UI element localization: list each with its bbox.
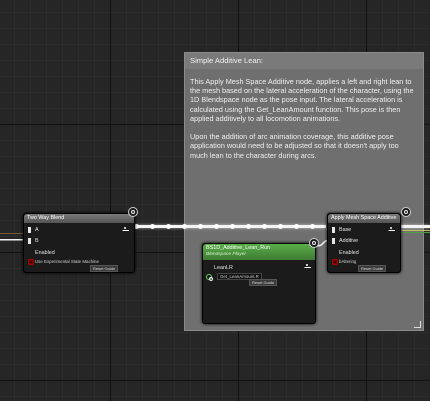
apply-mesh-space-additive-node[interactable]: Apply Mesh Space Additive Base Additive …	[327, 213, 401, 273]
pose-output-icon[interactable]	[122, 227, 129, 235]
lean-lr-input-icon[interactable]	[206, 274, 213, 281]
pin-additive-label: Additive	[339, 238, 359, 244]
node-title: Two Way Blend	[27, 215, 65, 221]
pose-input-base-icon[interactable]	[331, 227, 336, 233]
pose-output-icon[interactable]	[304, 264, 311, 272]
blendspace-player-node[interactable]: BS1D_Additive_Lean_Run Blendspace Player…	[202, 243, 316, 324]
enabled-bool-pin[interactable]	[332, 259, 338, 265]
lean-lr-label: LeanLR	[214, 265, 233, 271]
enabled-bool-pin[interactable]	[28, 259, 34, 265]
enabled-label: Enabled	[339, 250, 359, 256]
two-way-blend-relevancy-icon	[128, 207, 138, 217]
pose-input-additive-icon[interactable]	[331, 238, 336, 244]
node-header[interactable]: Apply Mesh Space Additive	[328, 214, 400, 223]
pose-output-icon[interactable]	[388, 227, 395, 235]
reset-guide-button[interactable]: Reset Guide	[358, 265, 387, 272]
enabled-value: Use Experimental State Machine	[35, 259, 99, 264]
pose-input-b-icon[interactable]	[27, 238, 32, 244]
blendspace-relevancy-icon	[309, 238, 319, 248]
pose-input-a-icon[interactable]	[27, 227, 32, 233]
node-title: BS1D_Additive_Lean_Run	[206, 245, 271, 251]
reset-guide-button[interactable]: Reset Guide	[90, 265, 119, 272]
enabled-label: Enabled	[35, 250, 55, 256]
pin-a-label: A	[35, 227, 39, 233]
node-subtitle: Blendspace Player	[206, 252, 246, 257]
additive-relevancy-icon	[401, 207, 411, 217]
additive-wire	[0, 239, 333, 247]
node-header[interactable]: Two Way Blend	[24, 214, 134, 223]
node-header[interactable]: BS1D_Additive_Lean_Run Blendspace Player	[203, 244, 315, 260]
node-title: Apply Mesh Space Additive	[331, 215, 397, 221]
pin-b-label: B	[35, 238, 39, 244]
enabled-value: bAltering	[339, 259, 357, 264]
reset-guide-button[interactable]: Reset Guide	[249, 279, 278, 286]
two-way-blend-node[interactable]: Two Way Blend A B Enabled Use Experiment…	[23, 213, 135, 273]
pin-base-label: Base	[339, 227, 352, 233]
